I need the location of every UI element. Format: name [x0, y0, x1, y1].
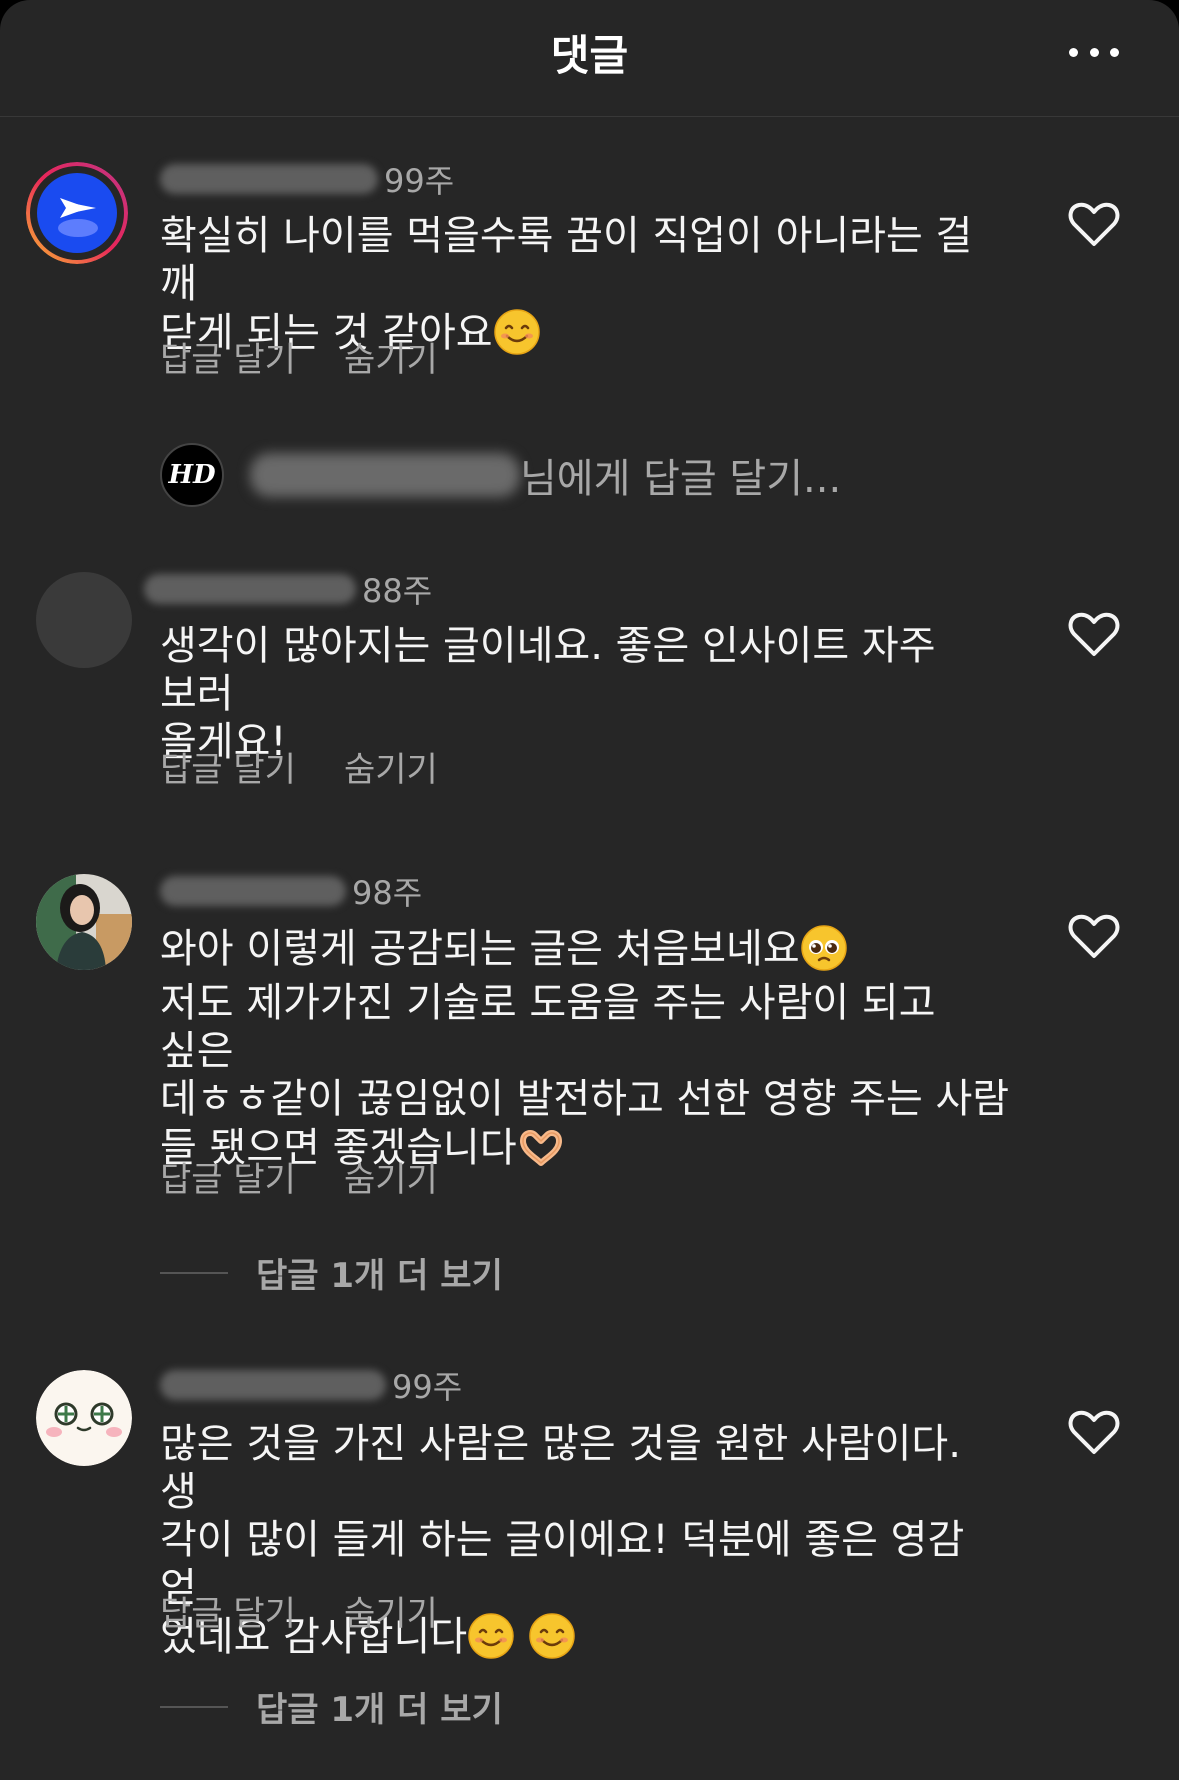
username-redacted: [160, 164, 378, 194]
comment-timestamp: 99주: [384, 162, 455, 200]
hide-button[interactable]: 숨기기: [344, 332, 438, 381]
comment-line: 와아 이렇게 공감되는 글은 처음보네요: [160, 926, 800, 972]
avatar[interactable]: [36, 572, 132, 668]
comment-line: 많은 것을 가진 사람은 많은 것을 원한 사람이다. 생: [160, 1421, 961, 1515]
heart-outline-icon[interactable]: [1068, 612, 1120, 658]
view-replies-label[interactable]: 답글 1개 더 보기: [256, 1248, 503, 1297]
comment-line: 확실히 나이를 먹을수록 꿈이 직업이 아니라는 걸 깨: [160, 213, 973, 307]
comment-actions: 답글 달기 숨기기: [160, 332, 438, 381]
comment-text: 와아 이렇게 공감되는 글은 처음보네요 저도 제가가진 기술로 도움을 주는 …: [160, 924, 1010, 1172]
username-redacted: [160, 876, 346, 906]
comment-actions: 답글 달기 숨기기: [160, 742, 438, 791]
heart-hands-icon: [519, 1130, 562, 1166]
smiling-face-icon: [529, 1613, 575, 1659]
view-replies-label[interactable]: 답글 1개 더 보기: [256, 1682, 503, 1731]
heart-outline-icon[interactable]: [1068, 202, 1120, 248]
hide-button[interactable]: 숨기기: [344, 742, 438, 791]
pleading-face-icon: [800, 925, 847, 971]
reply-button[interactable]: 답글 달기: [160, 332, 296, 381]
comment-timestamp: 88주: [362, 572, 433, 610]
comment-actions: 답글 달기 숨기기: [160, 1152, 438, 1201]
avatar[interactable]: [26, 162, 128, 264]
reply-button[interactable]: 답글 달기: [160, 742, 296, 791]
comment-timestamp: 99주: [392, 1368, 463, 1406]
replies-divider-line: [160, 1271, 228, 1274]
smiling-face-icon: [468, 1613, 514, 1659]
comment-timestamp: 98주: [352, 874, 423, 912]
comments-header: 댓글: [0, 0, 1179, 117]
comments-sheet: 댓글 99주 확실히 나이를 먹을수록 꿈이 직업이 아니라는 걸 깨 닫게 되…: [0, 0, 1179, 1780]
comment-actions: 답글 달기 숨기기: [160, 1586, 438, 1635]
replies-divider-line: [160, 1705, 228, 1708]
woman-photo-avatar-icon: [36, 874, 132, 970]
current-user-avatar: HD: [160, 443, 224, 507]
username[interactable]: 88주: [144, 570, 432, 610]
reply-button[interactable]: 답글 달기: [160, 1586, 296, 1635]
comment-line-wrap: 와아 이렇게 공감되는 글은 처음보네요: [160, 924, 1010, 973]
heart-outline-icon[interactable]: [1068, 1410, 1120, 1456]
username-redacted: [160, 1370, 386, 1400]
view-more-replies-button[interactable]: 답글 1개 더 보기: [160, 1248, 503, 1297]
smiling-face-icon: [493, 309, 540, 355]
more-options-icon[interactable]: [1069, 40, 1119, 64]
avatar[interactable]: [36, 1370, 132, 1466]
blue-plane-logo-avatar-icon: [26, 162, 128, 264]
heart-outline-icon[interactable]: [1068, 914, 1120, 960]
header-title: 댓글: [550, 31, 629, 80]
username[interactable]: 99주: [160, 160, 454, 200]
avatar[interactable]: [36, 874, 132, 970]
comment-line: 생각이 많아지는 글이네요. 좋은 인사이트 자주 보러: [160, 623, 936, 717]
reply-placeholder[interactable]: 님에게 답글 달기...: [520, 446, 841, 504]
reply-input-prompt[interactable]: HD 님에게 답글 달기...: [160, 440, 841, 510]
hide-button[interactable]: 숨기기: [344, 1586, 438, 1635]
reply-button[interactable]: 답글 달기: [160, 1152, 296, 1201]
hide-button[interactable]: 숨기기: [344, 1152, 438, 1201]
username-redacted: [250, 453, 520, 497]
username[interactable]: 98주: [160, 872, 422, 912]
username-redacted: [144, 574, 356, 604]
view-more-replies-button[interactable]: 답글 1개 더 보기: [160, 1682, 503, 1731]
cute-face-avatar-icon: [36, 1370, 132, 1466]
comment-line: 데ㅎㅎ같이 끊임없이 발전하고 선한 영향 주는 사람: [160, 1076, 1010, 1122]
comment-line: 저도 제가가진 기술로 도움을 주는 사람이 되고 싶은: [160, 980, 936, 1074]
username[interactable]: 99주: [160, 1366, 462, 1406]
